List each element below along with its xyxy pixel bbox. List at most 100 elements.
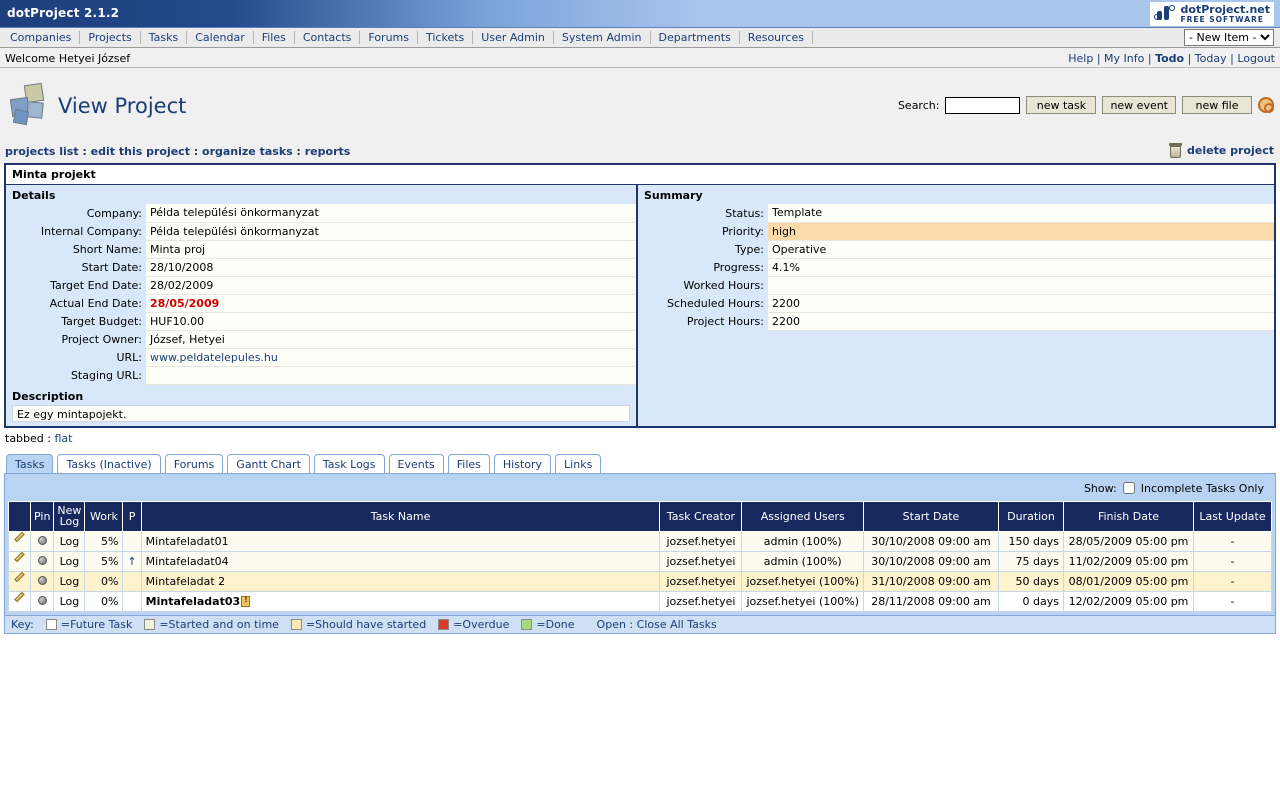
col-assigned-users[interactable]: Assigned Users bbox=[741, 500, 864, 532]
nav-item-tasks[interactable]: Tasks bbox=[141, 31, 188, 44]
nav-item-companies[interactable]: Companies bbox=[2, 31, 81, 44]
priority-cell bbox=[122, 530, 142, 552]
new-task-button[interactable]: new task bbox=[1026, 96, 1097, 114]
col-last-update[interactable]: Last Update bbox=[1193, 500, 1272, 532]
key-swatch-started-on-time bbox=[144, 618, 156, 630]
edit-cell[interactable] bbox=[8, 530, 31, 552]
table-row[interactable]: Log 0% Mintafeladat 2 jozsef.hetyei jozs… bbox=[8, 570, 1272, 592]
edit-cell[interactable] bbox=[8, 570, 31, 592]
task-name-cell[interactable]: Mintafeladat03 bbox=[146, 595, 241, 608]
nav-item-contacts[interactable]: Contacts bbox=[295, 31, 361, 44]
new-event-button[interactable]: new event bbox=[1102, 96, 1176, 114]
summary-row: Status: Template bbox=[638, 204, 1274, 223]
task-name-cell-wrapper[interactable]: Mintafeladat03 bbox=[140, 590, 661, 612]
nav-item-user-admin[interactable]: User Admin bbox=[473, 31, 554, 44]
last-update-cell: - bbox=[1193, 530, 1272, 552]
new-file-button[interactable]: new file bbox=[1182, 96, 1252, 114]
nav-item-departments[interactable]: Departments bbox=[651, 31, 740, 44]
pin-cell[interactable] bbox=[29, 530, 55, 552]
col-priority[interactable]: P bbox=[122, 500, 142, 532]
pin-ball-icon[interactable] bbox=[37, 535, 47, 545]
help-circle-icon[interactable] bbox=[1258, 97, 1274, 113]
task-name-cell[interactable]: Mintafeladat01 bbox=[140, 530, 661, 552]
search-input[interactable] bbox=[945, 96, 1021, 114]
app-title: dotProject 2.1.2 bbox=[7, 6, 120, 20]
tab-tasks[interactable]: Tasks bbox=[6, 453, 54, 473]
col-edit[interactable] bbox=[8, 500, 31, 532]
key-text-future-task: =Future Task bbox=[60, 617, 133, 631]
col-finish-date[interactable]: Finish Date bbox=[1063, 500, 1194, 532]
nav-item-tickets[interactable]: Tickets bbox=[418, 31, 474, 44]
col-task-name[interactable]: Task Name bbox=[140, 500, 661, 532]
delete-project-action[interactable]: delete project bbox=[1169, 143, 1274, 158]
pencil-icon[interactable] bbox=[13, 571, 26, 587]
incomplete-tasks-only-checkbox[interactable] bbox=[1122, 482, 1135, 494]
new-log-cell[interactable]: Log bbox=[53, 590, 86, 612]
new-item-select[interactable]: - New Item - bbox=[1184, 29, 1274, 46]
pencil-icon[interactable] bbox=[13, 591, 26, 607]
col-duration[interactable]: Duration bbox=[998, 500, 1064, 532]
tab-forums[interactable]: Forums bbox=[164, 453, 224, 473]
dotproject-logo-icon bbox=[1153, 5, 1176, 23]
pin-ball-icon[interactable] bbox=[37, 575, 47, 585]
crumb-projects-list[interactable]: projects list bbox=[5, 145, 79, 158]
tab-events[interactable]: Events bbox=[388, 453, 444, 473]
link-todo[interactable]: Todo bbox=[1155, 52, 1184, 65]
pin-ball-icon[interactable] bbox=[37, 555, 47, 565]
detail-row: Short Name: Minta proj bbox=[6, 240, 636, 259]
new-log-cell[interactable]: Log bbox=[53, 550, 86, 572]
new-log-cell[interactable]: Log bbox=[53, 570, 86, 592]
project-url-link[interactable]: www.peldatelepules.hu bbox=[150, 351, 278, 364]
pin-ball-icon[interactable] bbox=[37, 595, 47, 605]
task-name-cell[interactable]: Mintafeladat 2 bbox=[140, 570, 661, 592]
task-name-cell[interactable]: Mintafeladat04 bbox=[140, 550, 661, 572]
open-all-tasks-link[interactable]: Open bbox=[597, 618, 626, 631]
edit-cell[interactable] bbox=[8, 590, 31, 612]
tab-history[interactable]: History bbox=[493, 453, 552, 473]
new-log-cell[interactable]: Log bbox=[53, 530, 86, 552]
view-mode-flat[interactable]: flat bbox=[54, 432, 72, 445]
detail-row: Internal Company: Példa települési önkorm… bbox=[6, 222, 636, 241]
duration-cell: 0 days bbox=[998, 590, 1064, 612]
note-icon[interactable] bbox=[241, 595, 251, 607]
nav-item-resources[interactable]: Resources bbox=[740, 31, 813, 44]
edit-cell[interactable] bbox=[8, 550, 31, 572]
delete-project-label[interactable]: delete project bbox=[1187, 144, 1274, 157]
detail-value bbox=[146, 366, 636, 385]
tab-task-logs[interactable]: Task Logs bbox=[313, 453, 385, 473]
crumb-reports[interactable]: reports bbox=[305, 145, 351, 158]
pencil-icon[interactable] bbox=[13, 531, 26, 547]
link-today[interactable]: Today bbox=[1195, 52, 1227, 65]
table-row[interactable]: Log 5% ↑ Mintafeladat04 jozsef.hetyei ad… bbox=[8, 550, 1272, 572]
close-all-tasks-link[interactable]: Close All Tasks bbox=[637, 618, 717, 631]
nav-item-calendar[interactable]: Calendar bbox=[187, 31, 254, 44]
pin-cell[interactable] bbox=[29, 570, 55, 592]
nav-item-projects[interactable]: Projects bbox=[80, 31, 141, 44]
pencil-icon[interactable] bbox=[13, 551, 26, 567]
col-work[interactable]: Work bbox=[84, 500, 124, 532]
nav-item-files[interactable]: Files bbox=[254, 31, 295, 44]
table-row[interactable]: Log 5% Mintafeladat01 jozsef.hetyei admi… bbox=[8, 530, 1272, 552]
link-logout[interactable]: Logout bbox=[1237, 52, 1275, 65]
nav-item-forums[interactable]: Forums bbox=[360, 31, 418, 44]
table-row[interactable]: Log 0% Mintafeladat03 jozsef.hetyei jozs… bbox=[8, 590, 1272, 612]
col-task-creator[interactable]: Task Creator bbox=[659, 500, 743, 532]
link-my-info[interactable]: My Info bbox=[1104, 52, 1144, 65]
col-pin[interactable]: Pin bbox=[29, 500, 55, 532]
tab-links[interactable]: Links bbox=[555, 453, 602, 473]
link-help[interactable]: Help bbox=[1068, 52, 1093, 65]
crumb-edit-this-project[interactable]: edit this project bbox=[91, 145, 190, 158]
col-new-log[interactable]: New Log bbox=[53, 500, 86, 532]
duration-cell: 75 days bbox=[998, 550, 1064, 572]
col-start-date[interactable]: Start Date bbox=[863, 500, 999, 532]
crumb-organize-tasks[interactable]: organize tasks bbox=[202, 145, 293, 158]
description-text: Ez egy mintapojekt. bbox=[12, 404, 630, 422]
nav-item-system-admin[interactable]: System Admin bbox=[554, 31, 651, 44]
pin-cell[interactable] bbox=[29, 550, 55, 572]
pin-cell[interactable] bbox=[29, 590, 55, 612]
tab-tasks-inactive[interactable]: Tasks (Inactive) bbox=[57, 453, 161, 473]
tab-files[interactable]: Files bbox=[447, 453, 490, 473]
tab-gantt-chart[interactable]: Gantt Chart bbox=[227, 453, 310, 473]
description-block: Description Ez egy mintapojekt. bbox=[6, 385, 636, 426]
summary-row: Type: Operative bbox=[638, 240, 1274, 259]
